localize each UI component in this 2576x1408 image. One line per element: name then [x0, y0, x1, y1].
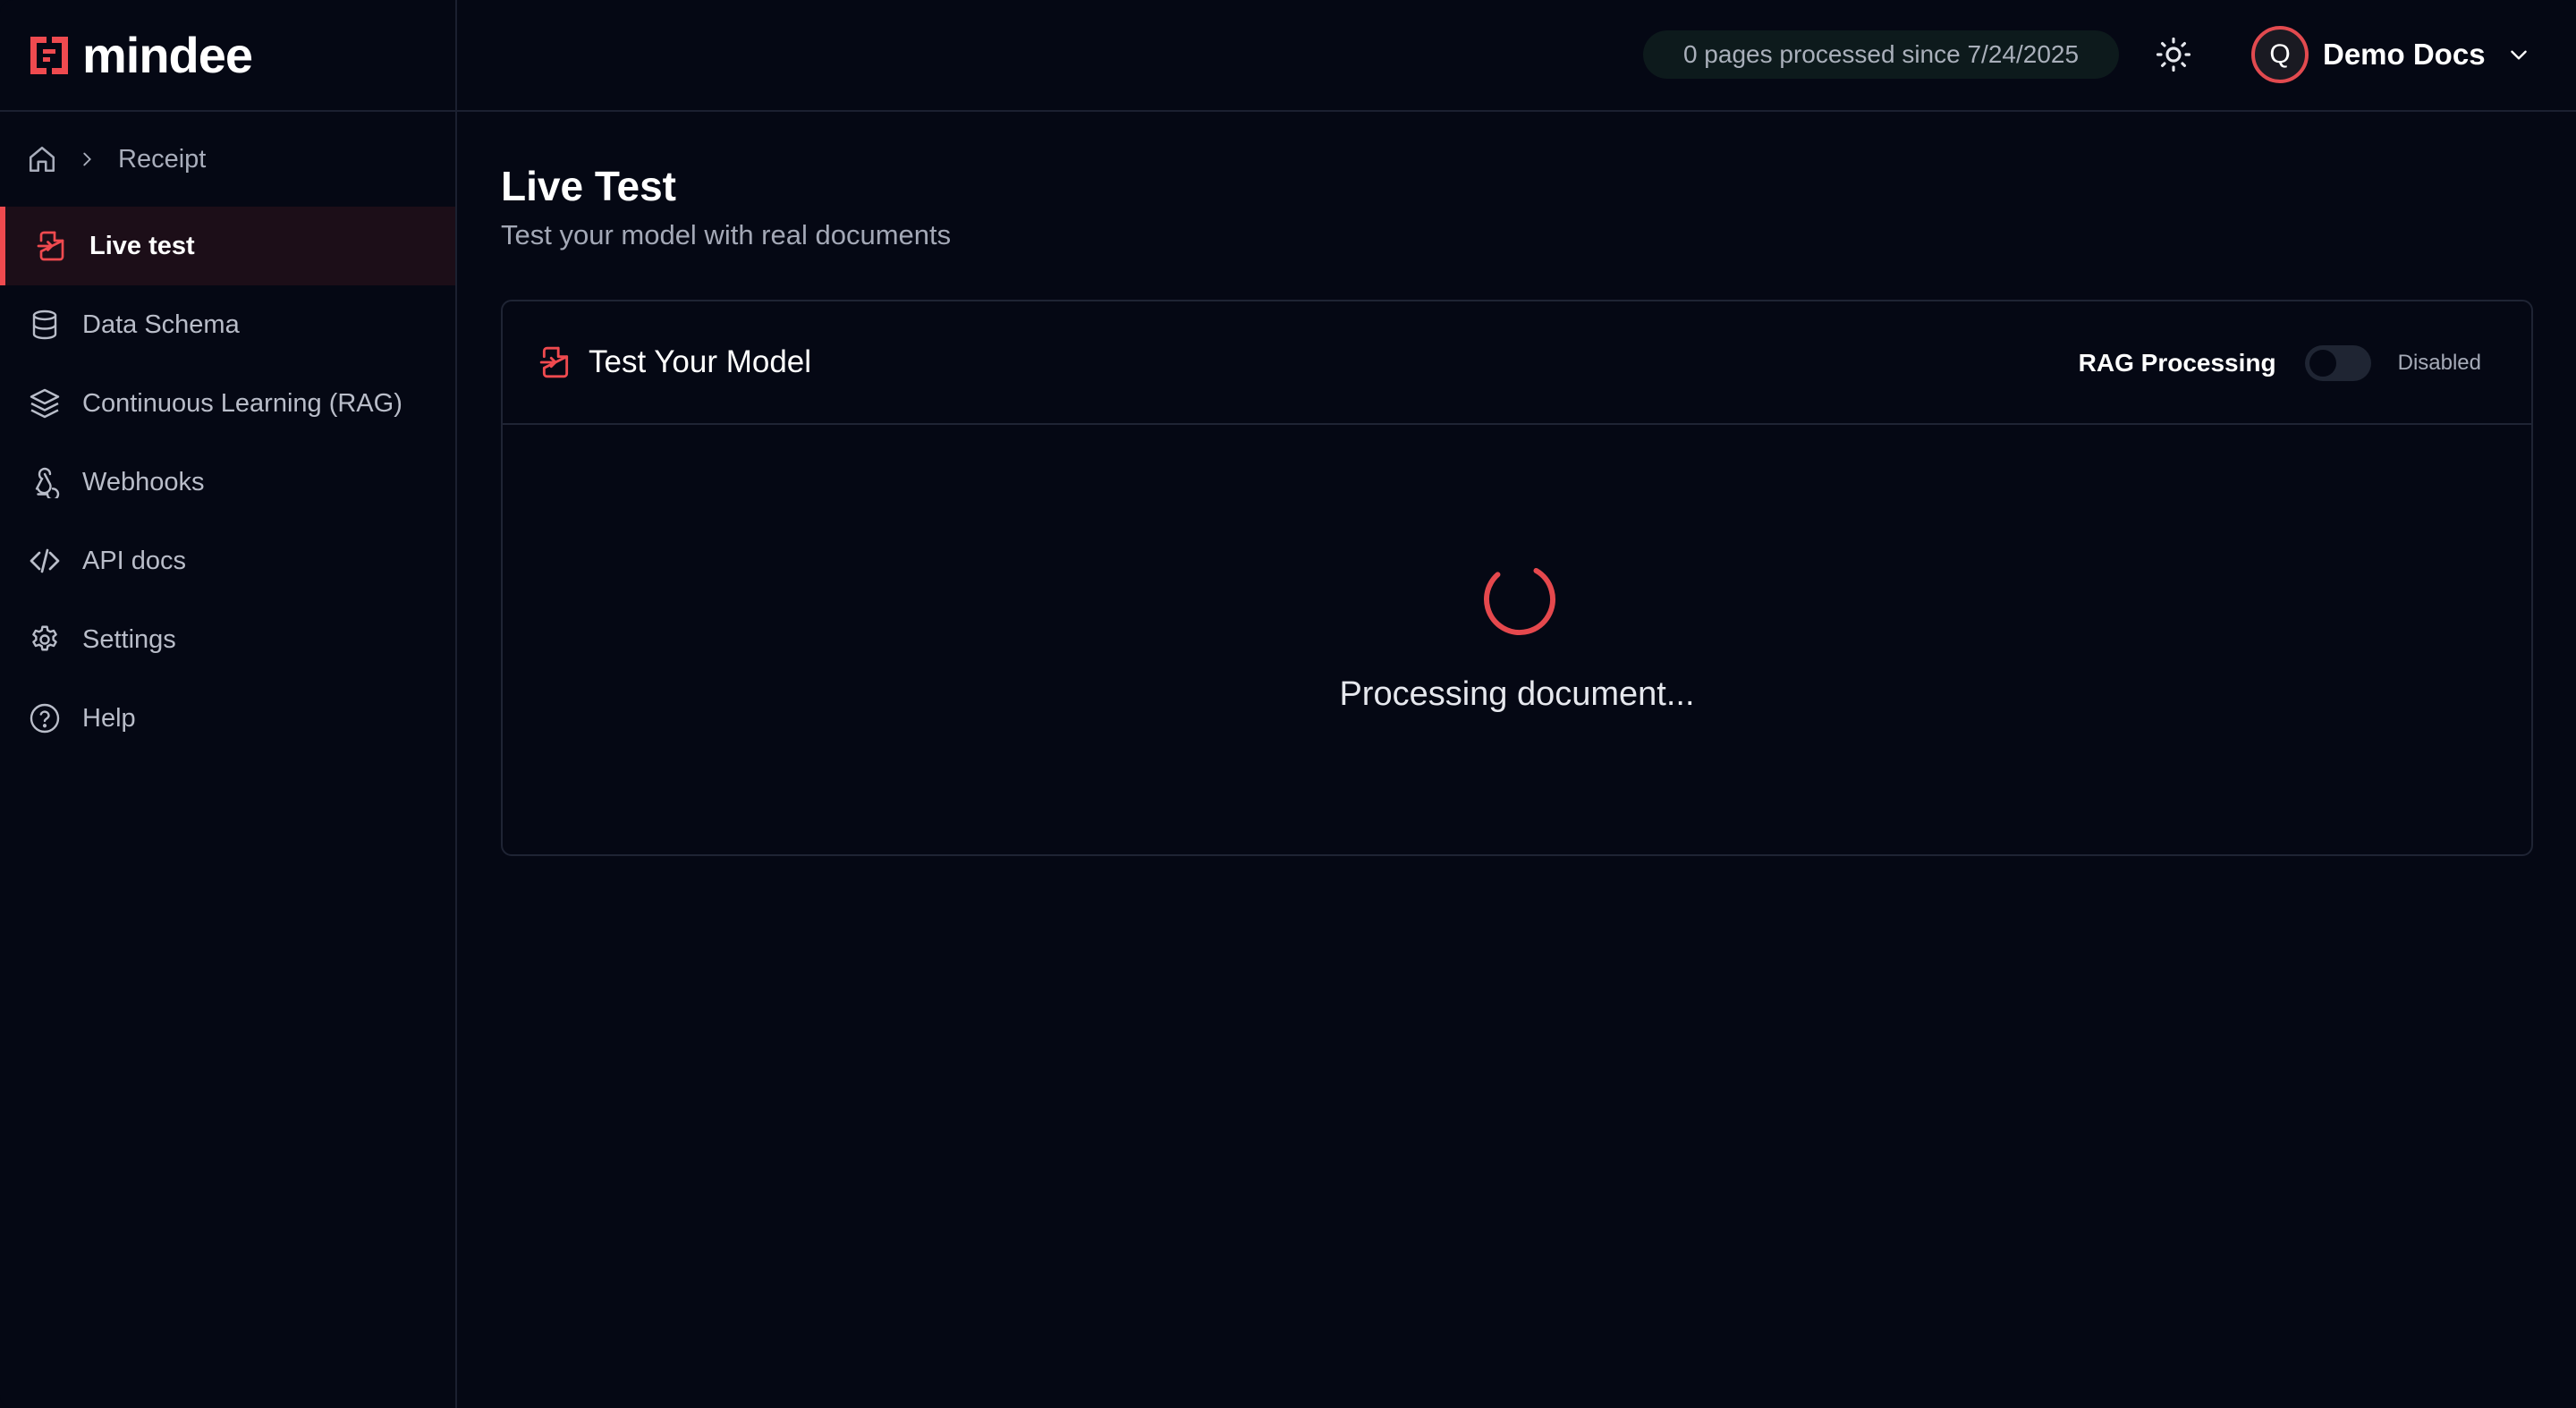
rag-label: RAG Processing: [2078, 349, 2276, 377]
sidebar-item-api-docs[interactable]: API docs: [0, 522, 455, 600]
test-model-card: Test Your Model RAG Processing Disabled …: [501, 300, 2533, 856]
card-header: Test Your Model RAG Processing Disabled: [503, 301, 2531, 425]
sidebar: mindee Receipt Live test Data Schema Con…: [0, 0, 457, 1408]
file-import-icon: [539, 346, 569, 378]
database-icon: [32, 310, 57, 340]
sidebar-item-label: Live test: [89, 231, 195, 260]
code-icon: [30, 548, 60, 573]
sidebar-nav: Live test Data Schema Continuous Learnin…: [0, 207, 455, 758]
webhook-icon: [35, 467, 60, 498]
sidebar-item-label: Help: [82, 703, 136, 733]
home-icon[interactable]: [27, 144, 57, 174]
avatar: Q: [2251, 26, 2309, 83]
sidebar-item-continuous-learning[interactable]: Continuous Learning (RAG): [0, 364, 455, 443]
sidebar-item-help[interactable]: Help: [0, 679, 455, 758]
breadcrumb-current[interactable]: Receipt: [118, 145, 206, 174]
sidebar-item-label: API docs: [82, 546, 187, 575]
user-menu[interactable]: Q Demo Docs: [2251, 23, 2530, 86]
processing-status: Processing document...: [1339, 675, 1695, 713]
breadcrumb: Receipt: [0, 112, 455, 207]
main-content: Live Test Test your model with real docu…: [501, 112, 2533, 856]
usage-badge: 0 pages processed since 7/24/2025: [1643, 30, 2119, 79]
layers-icon: [30, 388, 60, 419]
sun-icon[interactable]: [2155, 36, 2192, 73]
user-name: Demo Docs: [2323, 38, 2486, 71]
mindee-logo-icon: [30, 36, 68, 74]
top-bar: 0 pages processed since 7/24/2025 Q Demo…: [457, 0, 2576, 112]
sidebar-item-label: Settings: [82, 624, 176, 654]
rag-toggle[interactable]: [2304, 345, 2371, 381]
chevron-down-icon: [2510, 50, 2527, 60]
brand-name: mindee: [82, 26, 253, 83]
logo[interactable]: mindee: [0, 0, 455, 112]
sidebar-item-label: Continuous Learning (RAG): [82, 388, 402, 418]
sidebar-item-label: Data Schema: [82, 310, 240, 339]
sidebar-item-live-test[interactable]: Live test: [0, 207, 455, 285]
card-body: Processing document...: [503, 425, 2531, 856]
file-import-icon: [37, 231, 64, 261]
sidebar-item-webhooks[interactable]: Webhooks: [0, 443, 455, 522]
chevron-right-icon: [83, 152, 91, 166]
page-subtitle: Test your model with real documents: [501, 219, 952, 250]
app-window: mindee Receipt Live test Data Schema Con…: [0, 0, 2576, 1408]
sidebar-item-settings[interactable]: Settings: [0, 600, 455, 679]
rag-control: RAG Processing Disabled: [2079, 301, 2481, 425]
toggle-knob: [2309, 350, 2336, 377]
sidebar-item-label: Webhooks: [82, 467, 205, 496]
sidebar-item-data-schema[interactable]: Data Schema: [0, 285, 455, 364]
rag-state: Disabled: [2397, 351, 2481, 375]
gear-icon: [32, 625, 57, 651]
page-title: Live Test: [501, 163, 676, 209]
card-title: Test Your Model: [589, 344, 812, 379]
help-circle-icon: [30, 703, 60, 734]
loading-spinner-icon: [1484, 564, 1555, 635]
